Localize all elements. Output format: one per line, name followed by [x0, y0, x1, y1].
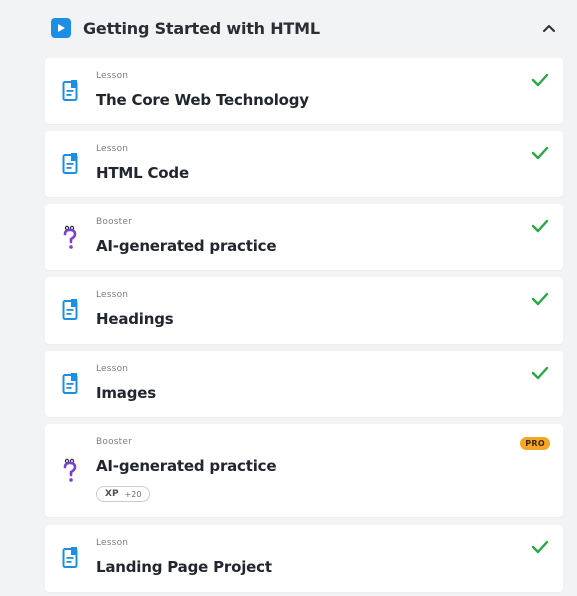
lesson-card[interactable]: Lesson HTML Code [45, 131, 563, 197]
item-title: Landing Page Project [96, 558, 272, 576]
check-icon [531, 73, 549, 87]
item-kind: Lesson [96, 144, 129, 154]
lesson-doc-icon [62, 547, 78, 568]
lesson-doc-icon [62, 153, 78, 174]
check-icon [531, 292, 549, 306]
item-title: Images [96, 384, 156, 402]
lesson-doc-icon [62, 299, 78, 320]
item-title: AI-generated practice [96, 237, 277, 255]
lesson-card[interactable]: Lesson Images [45, 351, 563, 417]
check-icon [531, 540, 549, 554]
lesson-card[interactable]: Lesson The Core Web Technology [45, 58, 563, 124]
lesson-doc-icon [62, 80, 78, 101]
item-title: AI-generated practice [96, 457, 277, 475]
lesson-card[interactable]: Lesson Headings [45, 277, 563, 344]
xp-label: XP [105, 489, 119, 499]
item-title: HTML Code [96, 164, 189, 182]
check-icon [531, 146, 549, 160]
item-title: Headings [96, 310, 174, 328]
booster-question-icon [63, 225, 77, 249]
section-title: Getting Started with HTML [83, 18, 320, 38]
check-icon [531, 366, 549, 380]
section-header[interactable]: Getting Started with HTML [45, 12, 563, 44]
item-kind: Lesson [96, 290, 129, 300]
xp-amount: +20 [124, 489, 142, 499]
lesson-card[interactable]: Lesson Landing Page Project [45, 525, 563, 592]
item-kind: Booster [96, 437, 133, 447]
play-icon [51, 18, 71, 38]
booster-card[interactable]: Booster AI-generated practice PRO XP +20 [45, 424, 563, 517]
chevron-up-icon[interactable] [541, 20, 557, 36]
item-kind: Lesson [96, 364, 129, 374]
booster-card[interactable]: Booster AI-generated practice [45, 204, 563, 270]
item-title: The Core Web Technology [96, 91, 309, 109]
pro-badge: PRO [520, 437, 550, 450]
booster-question-icon [63, 458, 77, 482]
item-kind: Lesson [96, 538, 129, 548]
lesson-doc-icon [62, 373, 78, 394]
item-kind: Lesson [96, 71, 129, 81]
xp-reward-pill: XP +20 [96, 486, 151, 502]
check-icon [531, 219, 549, 233]
item-kind: Booster [96, 217, 133, 227]
